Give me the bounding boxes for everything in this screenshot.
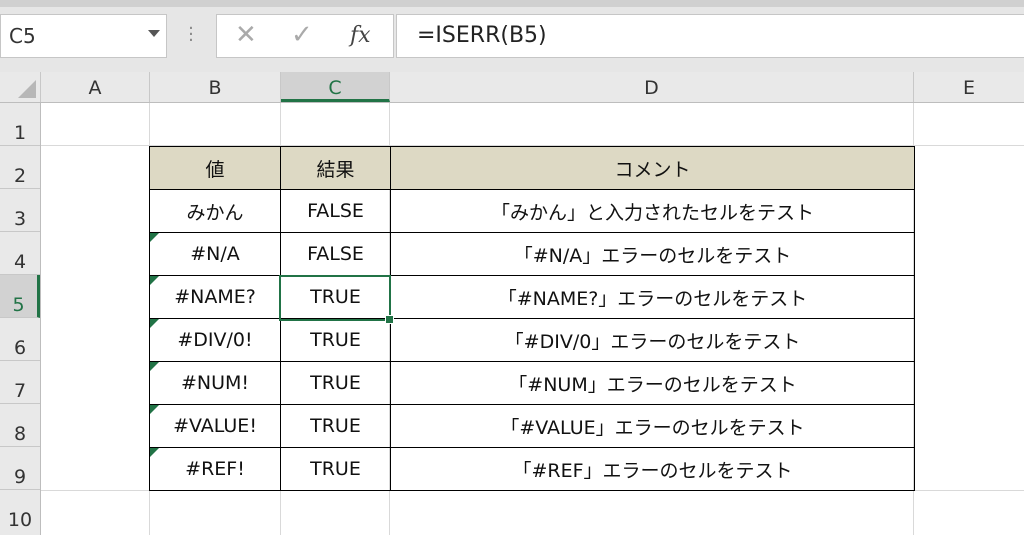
row-header-4[interactable]: 4 [0, 232, 40, 275]
cell-d4[interactable]: 「#N/A」エラーのセルをテスト [390, 232, 915, 276]
cell-b5[interactable]: #NAME? [149, 275, 281, 319]
name-box[interactable]: C5 [0, 14, 167, 58]
cell-text: #DIV/0! [177, 329, 253, 351]
name-box-value: C5 [9, 24, 36, 48]
cell-text: みかん [186, 201, 244, 224]
cell-text: 「#REF」エラーのセルをテスト [512, 459, 793, 482]
cell-b9[interactable]: #REF! [149, 447, 281, 491]
cell-text: 「#NAME?」エラーのセルをテスト [497, 287, 808, 310]
drag-handle-icon[interactable]: · · · [188, 20, 194, 50]
cell-text: #VALUE! [173, 415, 257, 437]
error-indicator-icon[interactable] [150, 448, 159, 457]
cell-text: 値 [205, 158, 225, 181]
chevron-down-icon[interactable] [148, 30, 160, 37]
error-indicator-icon[interactable] [150, 319, 159, 328]
cell-c9[interactable]: TRUE [280, 447, 391, 491]
column-header-a[interactable]: A [41, 72, 150, 102]
cell-d6[interactable]: 「#DIV/0」エラーのセルをテスト [390, 318, 915, 362]
cell-text: #N/A [190, 243, 240, 265]
ribbon-edge [0, 0, 1024, 7]
cell-b8[interactable]: #VALUE! [149, 404, 281, 448]
check-icon[interactable]: ✓ [291, 20, 313, 50]
cell-d9[interactable]: 「#REF」エラーのセルをテスト [390, 447, 915, 491]
cell-text: コメント [614, 158, 691, 181]
cell-d7[interactable]: 「#NUM」エラーのセルをテスト [390, 361, 915, 405]
cell-b4[interactable]: #N/A [149, 232, 281, 276]
cell-text: FALSE [307, 200, 364, 222]
cell-c8[interactable]: TRUE [280, 404, 391, 448]
row-header-10[interactable]: 10 [0, 490, 40, 535]
insert-function-icon[interactable]: fx [350, 23, 371, 48]
cell-text: 「#N/A」エラーのセルをテスト [513, 244, 792, 267]
cell-text: 「#VALUE」エラーのセルをテスト [500, 416, 805, 439]
fill-handle[interactable] [385, 315, 394, 324]
error-indicator-icon[interactable] [150, 405, 159, 414]
cell-b3[interactable]: みかん [149, 189, 281, 233]
cell-d8[interactable]: 「#VALUE」エラーのセルをテスト [390, 404, 915, 448]
row-headers: 1 2 3 4 5 6 7 8 9 10 [0, 103, 41, 535]
formula-buttons: ✕ ✓ fx [216, 14, 394, 58]
selected-cell-c5[interactable] [279, 275, 394, 324]
table-header-b[interactable]: 値 [149, 146, 281, 190]
cell-d5[interactable]: 「#NAME?」エラーのセルをテスト [390, 275, 915, 319]
formula-text: =ISERR(B5) [417, 23, 547, 48]
cell-b6[interactable]: #DIV/0! [149, 318, 281, 362]
cell-text: #REF! [185, 458, 245, 480]
formula-bar-area: C5 · · · ✕ ✓ fx =ISERR(B5) [0, 0, 1024, 72]
table-header-d[interactable]: コメント [390, 146, 915, 190]
select-all-button[interactable] [0, 72, 41, 102]
cell-text: 結果 [316, 158, 355, 181]
row-header-6[interactable]: 6 [0, 318, 40, 361]
cell-text: 「みかん」と入力されたセルをテスト [490, 201, 814, 224]
cell-text: TRUE [310, 458, 361, 480]
column-header-c[interactable]: C [281, 72, 390, 102]
row-header-8[interactable]: 8 [0, 404, 40, 447]
formula-input[interactable]: =ISERR(B5) [396, 14, 1024, 58]
cell-text: #NUM! [180, 372, 250, 394]
column-header-b[interactable]: B [150, 72, 281, 102]
error-indicator-icon[interactable] [150, 233, 159, 242]
table-header-c[interactable]: 結果 [280, 146, 391, 190]
column-header-e[interactable]: E [914, 72, 1024, 102]
cell-text: 「#DIV/0」エラーのセルをテスト [504, 330, 801, 353]
row-header-3[interactable]: 3 [0, 189, 40, 232]
row-header-1[interactable]: 1 [0, 103, 40, 146]
cell-c6[interactable]: TRUE [280, 318, 391, 362]
row-header-5[interactable]: 5 [0, 275, 40, 318]
cell-d3[interactable]: 「みかん」と入力されたセルをテスト [390, 189, 915, 233]
cell-c7[interactable]: TRUE [280, 361, 391, 405]
cell-text: FALSE [307, 243, 364, 265]
cell-c3[interactable]: FALSE [280, 189, 391, 233]
cell-text: #NAME? [174, 286, 256, 308]
row-header-9[interactable]: 9 [0, 447, 40, 490]
cell-text: TRUE [310, 329, 361, 351]
column-headers: A B C D E [0, 72, 1024, 103]
row-header-2[interactable]: 2 [0, 146, 40, 189]
cell-text: 「#NUM」エラーのセルをテスト [508, 373, 797, 396]
error-indicator-icon[interactable] [150, 276, 159, 285]
cell-c4[interactable]: FALSE [280, 232, 391, 276]
cancel-icon[interactable]: ✕ [235, 20, 257, 50]
cell-b7[interactable]: #NUM! [149, 361, 281, 405]
select-all-icon [18, 80, 36, 98]
column-header-d[interactable]: D [390, 72, 914, 102]
cell-text: TRUE [310, 372, 361, 394]
row-header-7[interactable]: 7 [0, 361, 40, 404]
cell-text: TRUE [310, 415, 361, 437]
error-indicator-icon[interactable] [150, 362, 159, 371]
